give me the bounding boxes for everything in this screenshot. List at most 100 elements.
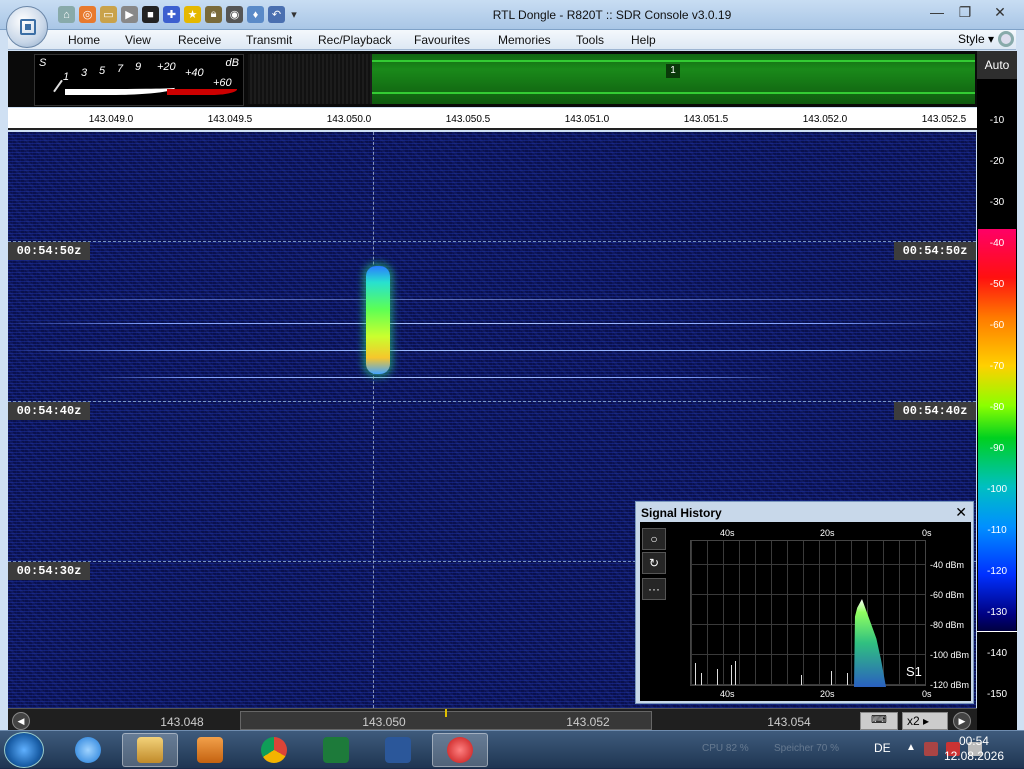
time-marker-right: 00:54:50z [894, 242, 976, 260]
clock[interactable]: 00:54 12.08.2026 [944, 734, 1004, 764]
history-spike [847, 673, 848, 685]
frequency-ruler[interactable]: 143.049.0 143.049.5 143.050.0 143.050.5 … [8, 108, 977, 130]
freq-label: 143.049.5 [207, 114, 253, 125]
sdr-console-icon [447, 737, 473, 763]
taskbar-media-player-icon[interactable] [182, 733, 238, 767]
drop-icon[interactable]: ♦ [247, 6, 264, 23]
tuning-strip[interactable]: ◀ 143.048 143.050 143.052 143.054 ⌨ x2 ▸… [8, 708, 977, 730]
lock-icon[interactable]: 🔒︎ [205, 6, 222, 23]
taskbar-sdr-console-icon[interactable] [432, 733, 488, 767]
scale-level: -150 [986, 689, 1007, 700]
menu-transmit[interactable]: Transmit [246, 33, 292, 47]
scale-level: -70 [989, 361, 1005, 372]
tray-expand-icon[interactable]: ▲ [906, 742, 916, 753]
keyboard-icon[interactable]: ⌨ [860, 712, 898, 730]
start-button[interactable] [4, 732, 44, 768]
app-logo-icon [20, 19, 36, 35]
camera-icon[interactable]: ◉ [226, 6, 243, 23]
history-level-label: -60 dBm [930, 590, 965, 600]
folder-icon[interactable]: ▭ [100, 6, 117, 23]
freq-label: 143.051.5 [683, 114, 729, 125]
s-meter-tick: 5 [99, 65, 106, 77]
minimize-button[interactable]: — [924, 2, 950, 22]
language-indicator[interactable]: DE [874, 741, 891, 755]
chrome-icon [261, 737, 287, 763]
freq-label: 143.050.5 [445, 114, 491, 125]
star-icon[interactable]: ★ [184, 6, 201, 23]
tune-left-button[interactable]: ◀ [12, 712, 30, 730]
auto-scale-button[interactable]: Auto [977, 51, 1017, 79]
tuner-label: 143.048 [160, 715, 204, 729]
menu-home[interactable]: Home [68, 33, 100, 47]
zoom-value: x2 [907, 714, 920, 728]
undo-icon[interactable]: ↶ [268, 6, 285, 23]
tune-right-button[interactable]: ▶ [953, 712, 971, 730]
play-icon[interactable]: ▶ [121, 6, 138, 23]
maximize-button[interactable]: ❐ [952, 2, 978, 22]
scale-level: -10 [989, 115, 1005, 126]
home-icon[interactable]: ⌂ [58, 6, 75, 23]
clock-date: 12.08.2026 [943, 749, 1004, 763]
excel-icon [323, 737, 349, 763]
menu-help[interactable]: Help [631, 33, 656, 47]
history-spike [731, 665, 732, 685]
taskbar-explorer-icon[interactable] [122, 733, 178, 767]
tuner-label: 143.052 [566, 715, 610, 729]
spectrum-band-line [372, 92, 975, 94]
style-menu[interactable]: Style ▾ [958, 32, 994, 46]
history-spike [717, 669, 718, 685]
taskbar-chrome-icon[interactable] [246, 733, 302, 767]
title-bar: ⌂ ◎ ▭ ▶ ■ ✚ ★ 🔒︎ ◉ ♦ ↶ ▾ RTL Dongle - R8… [0, 0, 1024, 30]
cpu-gadget-text: CPU 82 % [702, 743, 749, 754]
menu-rec-playback[interactable]: Rec/Playback [318, 33, 391, 47]
history-time-label: 40s [720, 528, 735, 538]
compass-icon[interactable]: ✚ [163, 6, 180, 23]
menu-receive[interactable]: Receive [178, 33, 221, 47]
s-meter-tick: 3 [81, 67, 88, 79]
menu-view[interactable]: View [125, 33, 151, 47]
taskbar-word-icon[interactable] [370, 733, 426, 767]
carrier-trace [8, 299, 968, 300]
level-scale-bar: Auto -10 -20 -30 -40 -50 -60 -70 -80 -90… [977, 51, 1017, 731]
application-button[interactable] [6, 6, 48, 48]
history-time-label: 20s [820, 689, 835, 699]
s-meter-tick: 1 [63, 71, 70, 83]
time-marker-left: 00:54:30z [8, 562, 90, 580]
stop-icon[interactable]: ■ [142, 6, 159, 23]
time-grid-line [8, 401, 976, 402]
s-meter-tick: +20 [157, 61, 176, 73]
zoom-selector[interactable]: x2 ▸ [902, 712, 948, 730]
taskbar-ie-icon[interactable] [60, 733, 116, 767]
tray-flag-icon[interactable] [924, 742, 938, 756]
taskbar-excel-icon[interactable] [308, 733, 364, 767]
signal-history-close-button[interactable]: ✕ [955, 504, 967, 521]
dropdown-icon[interactable]: ▾ [289, 6, 299, 23]
time-marker-right: 00:54:40z [894, 402, 976, 420]
clock-time: 00:54 [958, 734, 989, 748]
scale-level: -130 [986, 607, 1007, 618]
lifebuoy-icon[interactable]: ◎ [79, 6, 96, 23]
window-controls: — ❐ ✕ [924, 2, 1020, 22]
carrier-trace [8, 350, 968, 351]
menu-tools[interactable]: Tools [576, 33, 604, 47]
close-button[interactable]: ✕ [980, 2, 1020, 22]
memory-gadget-text: Speicher 70 % [774, 743, 840, 754]
signal-history-more-button[interactable]: ··· [642, 578, 666, 600]
scale-divider [977, 631, 1017, 632]
scale-level: -120 [986, 566, 1007, 577]
history-spike [695, 663, 696, 685]
settings-gear-icon[interactable] [998, 31, 1014, 47]
menu-memories[interactable]: Memories [498, 33, 551, 47]
signal-history-reset-button[interactable]: ↻ [642, 552, 666, 574]
tuning-cursor-line [373, 132, 374, 708]
history-level-label: -120 dBm [930, 680, 970, 690]
menu-favourites[interactable]: Favourites [414, 33, 470, 47]
spectrum-panel: S dB 1 3 5 7 9 +20 +40 +60 1 [8, 51, 977, 107]
carrier-trace [8, 323, 968, 324]
spectrum-band-line [372, 60, 975, 62]
signal-history-peak-button[interactable]: ○ [642, 528, 666, 550]
tuner-label: 143.050 [362, 715, 406, 729]
receive-bandwidth-area[interactable]: 1 [372, 54, 975, 104]
scale-level: -40 [989, 238, 1005, 249]
scale-level: -80 [989, 402, 1005, 413]
